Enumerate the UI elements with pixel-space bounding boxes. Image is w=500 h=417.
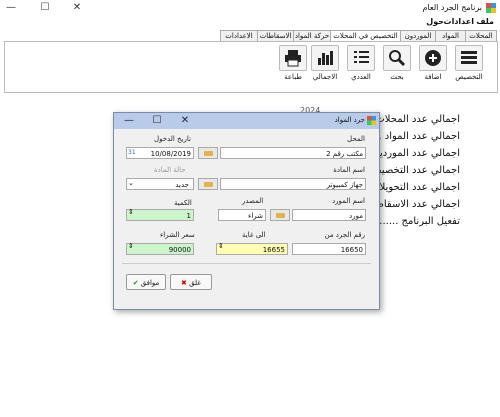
printer-icon (279, 45, 307, 71)
date-field[interactable]: 10/08/2019 (126, 147, 194, 159)
spinner-icon[interactable]: ⇕ (128, 208, 134, 216)
tab-items[interactable]: المواد (435, 30, 466, 41)
add-button[interactable]: اضافة (417, 45, 449, 87)
dialog-title-bar: — ☐ ✕ جرد المواد (114, 113, 379, 129)
dialog-minimize-icon[interactable]: — (122, 114, 136, 127)
price-label: سعر الشراء (160, 231, 195, 239)
maximize-icon[interactable]: ☐ (38, 2, 52, 14)
tab-stores[interactable]: المحلات (465, 30, 497, 41)
condition-label: حالة المادة (154, 166, 186, 174)
tab-suppliers[interactable]: الموردون (400, 30, 436, 41)
spinner-icon[interactable]: ⇕ (218, 242, 224, 250)
allocation-label: التخصيص (455, 73, 483, 81)
item-field[interactable]: جهاز كمبيوتر (220, 178, 366, 190)
dialog-title: جرد المواد (334, 116, 365, 124)
dialog-app-icon (367, 116, 376, 125)
store-browse-button[interactable] (198, 147, 218, 159)
ok-button-label: موافق (140, 279, 160, 287)
item-label: اسم المادة (333, 166, 365, 174)
tab-strip: المحلات المواد الموردون التخصيص في المحل… (220, 30, 497, 42)
item-browse-button[interactable] (198, 178, 218, 190)
tab-movements[interactable]: حركة المواد (293, 30, 331, 41)
search-label: بحث (390, 73, 404, 81)
supplier-field[interactable]: مورد (292, 209, 366, 221)
dialog-maximize-icon[interactable]: ☐ (150, 114, 164, 127)
app-icon (486, 3, 496, 13)
store-label: المحل (347, 135, 365, 143)
close-x-icon: ✖ (181, 279, 187, 287)
menu-settings[interactable]: اعدادات (444, 17, 474, 26)
allocation-button[interactable]: التخصيص (453, 45, 485, 87)
inventory-dialog: — ☐ ✕ جرد المواد المحل تاريخ الدخول مكتب… (113, 112, 380, 310)
close-button[interactable]: ✖ غلق (170, 274, 212, 290)
condition-select[interactable]: جديد (126, 178, 194, 190)
print-label: طباعة (284, 73, 302, 81)
qty-label: الكمية (174, 199, 192, 207)
search-button[interactable]: بحث (381, 45, 413, 87)
total-label: الاجمالي (312, 73, 338, 81)
folder-icon (204, 151, 213, 156)
supplier-label: اسم المورد (332, 197, 365, 205)
from-field[interactable]: 16650 (292, 243, 366, 255)
close-icon[interactable]: ✕ (70, 2, 84, 14)
menu-bar: ملف اعدادات حول (0, 17, 500, 30)
chevron-down-icon[interactable]: ⌄ (128, 179, 134, 187)
bar-chart-icon (311, 45, 339, 71)
plus-circle-icon (419, 45, 447, 71)
price-field[interactable]: 90000 (126, 243, 194, 255)
menu-file[interactable]: ملف (476, 17, 494, 26)
menu-about[interactable]: حول (426, 17, 444, 26)
add-label: اضافة (424, 73, 442, 81)
source-field[interactable]: شراء (218, 209, 266, 221)
from-label: رقم الجرد من (324, 231, 366, 239)
toolbar-ribbon: التخصيص اضافة بحث العددي الاجمالي طباعة (4, 41, 498, 93)
count-label: العددي (351, 73, 371, 81)
total-button[interactable]: الاجمالي (309, 45, 341, 87)
numbered-list-icon (347, 45, 375, 71)
print-button[interactable]: طباعة (277, 45, 309, 87)
folder-icon (204, 182, 213, 187)
tab-disposals[interactable]: الاسقاطات (257, 30, 294, 41)
close-button-label: غلق (189, 279, 201, 287)
store-field[interactable]: مكتب رقم 2 (220, 147, 366, 159)
title-bar: — ☐ ✕ برنامج الجرد العام (0, 0, 500, 17)
ok-button[interactable]: ✔ موافق (126, 274, 166, 290)
tab-settings[interactable]: الاعدادات (220, 30, 258, 41)
date-label: تاريخ الدخول (154, 135, 191, 143)
list-icon (455, 45, 483, 71)
supplier-browse-button[interactable] (270, 209, 290, 221)
spinner-icon[interactable]: ⇕ (128, 242, 134, 250)
dialog-close-icon[interactable]: ✕ (178, 114, 192, 127)
separator (122, 263, 371, 264)
to-label: الى غاية (242, 231, 266, 239)
stat-activation: تفعيل البرنامج ....... (376, 216, 460, 227)
window-title: برنامج الجرد العام (422, 3, 482, 12)
source-label: المصدر (242, 197, 264, 205)
check-icon: ✔ (132, 279, 139, 287)
minimize-icon[interactable]: — (4, 2, 18, 14)
to-field[interactable]: 16655 (216, 243, 288, 255)
calendar-icon[interactable]: 31 (128, 149, 136, 156)
folder-icon (276, 213, 285, 218)
count-button[interactable]: العددي (345, 45, 377, 87)
qty-field[interactable]: 1 (126, 209, 194, 221)
search-icon (383, 45, 411, 71)
